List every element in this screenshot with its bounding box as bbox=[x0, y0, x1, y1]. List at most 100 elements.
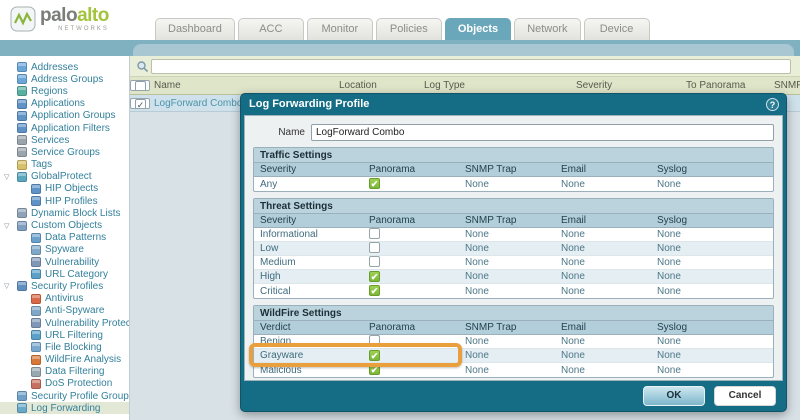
sidebar-item-address-groups[interactable]: Address Groups bbox=[0, 73, 129, 85]
panorama-checkbox[interactable]: ✔ bbox=[369, 178, 380, 189]
sidebar-item-anti-spyware[interactable]: Anti-Spyware bbox=[0, 305, 129, 317]
sidebar-item-url-filtering[interactable]: URL Filtering bbox=[0, 329, 129, 341]
tab-acc[interactable]: ACC bbox=[238, 18, 304, 40]
tab-network[interactable]: Network bbox=[514, 18, 580, 40]
snmp-trap-value[interactable]: None bbox=[459, 257, 555, 268]
sidebar-item-log-forwarding[interactable]: Log Forwarding bbox=[0, 402, 129, 414]
syslog-value[interactable]: None bbox=[651, 365, 773, 376]
custom-objects-icon bbox=[17, 221, 27, 231]
sidebar-item-data-patterns[interactable]: Data Patterns bbox=[0, 232, 129, 244]
snmp-trap-value[interactable]: None bbox=[459, 286, 555, 297]
cancel-button[interactable]: Cancel bbox=[714, 386, 776, 406]
vulnerability-protection-icon bbox=[31, 318, 41, 328]
email-value[interactable]: None bbox=[555, 286, 651, 297]
row-checkbox[interactable]: ✓ bbox=[135, 99, 146, 109]
snmp-trap-value[interactable]: None bbox=[459, 229, 555, 240]
column-header-to-panorama[interactable]: To Panorama bbox=[682, 80, 770, 91]
ok-button[interactable]: OK bbox=[643, 386, 705, 406]
syslog-value[interactable]: None bbox=[651, 243, 773, 254]
snmp-trap-value[interactable]: None bbox=[459, 179, 555, 190]
tab-policies[interactable]: Policies bbox=[376, 18, 442, 40]
column-header-name[interactable]: Name bbox=[150, 80, 335, 91]
column-header-log-type[interactable]: Log Type bbox=[420, 80, 572, 91]
tab-device[interactable]: Device bbox=[584, 18, 650, 40]
snmp-trap-value[interactable]: None bbox=[459, 350, 555, 361]
sidebar-item-security-profile-groups[interactable]: Security Profile Groups bbox=[0, 390, 129, 402]
syslog-value[interactable]: None bbox=[651, 336, 773, 347]
sidebar-item-file-blocking[interactable]: File Blocking bbox=[0, 341, 129, 353]
tab-dashboard[interactable]: Dashboard bbox=[155, 18, 235, 40]
expander-icon[interactable]: ▽ bbox=[4, 173, 17, 181]
sidebar-item-wildfire-analysis[interactable]: WildFire Analysis bbox=[0, 354, 129, 366]
sidebar-item-label: Log Forwarding bbox=[31, 403, 100, 414]
sidebar-item-custom-objects[interactable]: ▽ Custom Objects bbox=[0, 219, 129, 231]
email-value[interactable]: None bbox=[555, 336, 651, 347]
email-value[interactable]: None bbox=[555, 243, 651, 254]
sidebar-item-tags[interactable]: Tags bbox=[0, 159, 129, 171]
column-header-snmp-trap[interactable]: SNMP Trap bbox=[770, 80, 800, 91]
snmp-trap-value[interactable]: None bbox=[459, 243, 555, 254]
syslog-value[interactable]: None bbox=[651, 229, 773, 240]
sidebar-item-globalprotect[interactable]: ▽GlobalProtect bbox=[0, 171, 129, 183]
sidebar-item-vulnerability-protection[interactable]: Vulnerability Protection bbox=[0, 317, 129, 329]
sidebar-item-label: Regions bbox=[31, 86, 68, 97]
email-value[interactable]: None bbox=[555, 271, 651, 282]
column-header-severity[interactable]: Severity bbox=[572, 80, 682, 91]
sidebar-item-data-filtering[interactable]: Data Filtering bbox=[0, 366, 129, 378]
sidebar-item-url-category[interactable]: URL Category bbox=[0, 268, 129, 280]
syslog-value[interactable]: None bbox=[651, 271, 773, 282]
sidebar-item-addresses[interactable]: Addresses bbox=[0, 61, 129, 73]
syslog-value[interactable]: None bbox=[651, 286, 773, 297]
snmp-trap-value[interactable]: None bbox=[459, 271, 555, 282]
panorama-checkbox[interactable]: ✔ bbox=[369, 350, 380, 361]
email-value[interactable]: None bbox=[555, 365, 651, 376]
expander-icon[interactable]: ▽ bbox=[4, 282, 17, 290]
expander-icon[interactable]: ▽ bbox=[4, 222, 17, 230]
row-label: Benign bbox=[254, 336, 363, 347]
email-value[interactable]: None bbox=[555, 179, 651, 190]
sidebar-item-security-profiles[interactable]: ▽Security Profiles bbox=[0, 280, 129, 292]
search-input[interactable] bbox=[151, 59, 791, 74]
row-label: Any bbox=[254, 179, 363, 190]
sidebar-item-spyware[interactable]: Spyware bbox=[0, 244, 129, 256]
panorama-checkbox[interactable] bbox=[369, 242, 380, 253]
syslog-value[interactable]: None bbox=[651, 350, 773, 361]
profile-name-input[interactable] bbox=[311, 124, 774, 141]
panorama-checkbox[interactable] bbox=[369, 256, 380, 267]
section-column-email: Email bbox=[555, 322, 651, 333]
panorama-checkbox[interactable]: ✔ bbox=[369, 364, 380, 375]
row-label: High bbox=[254, 271, 363, 282]
syslog-value[interactable]: None bbox=[651, 179, 773, 190]
sidebar-item-dos-protection[interactable]: DoS Protection bbox=[0, 378, 129, 390]
email-value[interactable]: None bbox=[555, 350, 651, 361]
sidebar-item-services[interactable]: Services bbox=[0, 134, 129, 146]
name-row: Name bbox=[253, 122, 774, 142]
sidebar-item-dynamic-block-lists[interactable]: Dynamic Block Lists bbox=[0, 207, 129, 219]
sidebar-item-service-groups[interactable]: Service Groups bbox=[0, 146, 129, 158]
email-value[interactable]: None bbox=[555, 257, 651, 268]
sidebar-item-hip-objects[interactable]: HIP Objects bbox=[0, 183, 129, 195]
snmp-trap-value[interactable]: None bbox=[459, 336, 555, 347]
panorama-checkbox[interactable]: ✔ bbox=[369, 271, 380, 282]
panorama-checkbox[interactable]: ✔ bbox=[369, 285, 380, 296]
sidebar-item-hip-profiles[interactable]: HIP Profiles bbox=[0, 195, 129, 207]
sidebar-item-application-filters[interactable]: Application Filters bbox=[0, 122, 129, 134]
sidebar-item-application-groups[interactable]: Application Groups bbox=[0, 110, 129, 122]
column-header-location[interactable]: Location bbox=[335, 80, 420, 91]
tab-monitor[interactable]: Monitor bbox=[307, 18, 373, 40]
sidebar-item-label: Custom Objects bbox=[31, 220, 102, 231]
panorama-checkbox[interactable] bbox=[369, 228, 380, 239]
sidebar-item-vulnerability[interactable]: Vulnerability bbox=[0, 256, 129, 268]
email-value[interactable]: None bbox=[555, 229, 651, 240]
sidebar-item-applications[interactable]: Applications bbox=[0, 98, 129, 110]
sidebar-item-antivirus[interactable]: Antivirus bbox=[0, 293, 129, 305]
data-filtering-icon bbox=[31, 367, 41, 377]
section-threat-settings: Threat SettingsSeverityPanoramaSNMP Trap… bbox=[253, 198, 774, 299]
sidebar-item-regions[interactable]: Regions bbox=[0, 85, 129, 97]
help-icon[interactable]: ? bbox=[766, 98, 779, 111]
snmp-trap-value[interactable]: None bbox=[459, 365, 555, 376]
select-all-checkbox[interactable] bbox=[135, 81, 146, 91]
syslog-value[interactable]: None bbox=[651, 257, 773, 268]
tab-objects[interactable]: Objects bbox=[445, 18, 511, 40]
panorama-checkbox[interactable] bbox=[369, 335, 380, 346]
